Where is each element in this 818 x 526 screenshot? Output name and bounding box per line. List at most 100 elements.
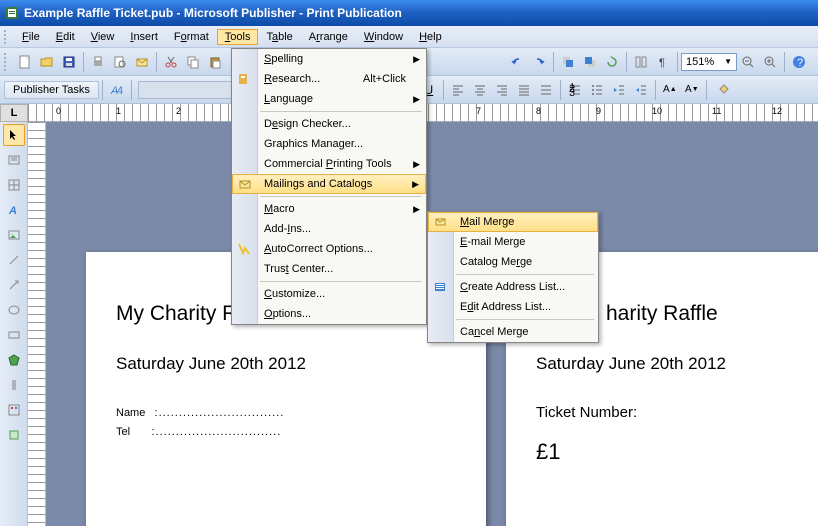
menu-autocorrect[interactable]: AutoCorrect Options... <box>232 239 426 259</box>
form-lines: Name :............................... Te… <box>116 404 456 441</box>
menu-spelling[interactable]: Spelling▶ <box>232 49 426 69</box>
svg-text:?: ? <box>797 57 803 69</box>
menu-arrange[interactable]: Arrange <box>301 29 356 45</box>
svg-text:3: 3 <box>569 87 575 97</box>
line-tool[interactable] <box>3 249 25 271</box>
heading-right: harity Raffle <box>606 302 818 326</box>
tools-palette: A <box>0 122 28 526</box>
cut-button[interactable] <box>160 51 182 73</box>
menu-table[interactable]: Table <box>258 29 300 45</box>
menu-research[interactable]: Research...Alt+Click <box>232 69 426 89</box>
submenu-edit-address[interactable]: Edit Address List... <box>428 297 598 317</box>
menu-insert[interactable]: Insert <box>122 29 166 45</box>
menu-file[interactable]: File <box>14 29 48 45</box>
bring-front-button[interactable] <box>557 51 579 73</box>
textbox-tool[interactable] <box>3 149 25 171</box>
rotate-button[interactable] <box>601 51 623 73</box>
window-titlebar: Example Raffle Ticket.pub - Microsoft Pu… <box>0 0 818 26</box>
zoom-in-button[interactable] <box>759 51 781 73</box>
menu-window[interactable]: Window <box>356 29 411 45</box>
menu-language[interactable]: Language▶ <box>232 89 426 109</box>
table-tool[interactable] <box>3 174 25 196</box>
app-icon <box>4 5 20 21</box>
menubar: File Edit View Insert Format Tools Table… <box>0 26 818 48</box>
menu-tools[interactable]: Tools <box>217 29 259 45</box>
special-chars-button[interactable]: ¶ <box>652 51 674 73</box>
submenu-create-address[interactable]: Create Address List... <box>428 277 598 297</box>
send-back-button[interactable] <box>579 51 601 73</box>
picture-tool[interactable] <box>3 224 25 246</box>
wordart-tool[interactable]: A <box>3 199 25 221</box>
submenu-cancel-merge[interactable]: Cancel Merge <box>428 322 598 342</box>
redo-button[interactable] <box>528 51 550 73</box>
menu-options[interactable]: Options... <box>232 304 426 324</box>
menu-help[interactable]: Help <box>411 29 450 45</box>
research-icon <box>236 71 252 87</box>
submenu-catalog-merge[interactable]: Catalog Merge <box>428 252 598 272</box>
publisher-tasks-button[interactable]: Publisher Tasks <box>4 81 99 99</box>
styles-button[interactable]: A4 <box>106 79 128 101</box>
address-list-icon <box>432 279 448 295</box>
svg-text:A: A <box>8 205 17 217</box>
pointer-tool[interactable] <box>3 124 25 146</box>
bookmark-tool[interactable] <box>3 374 25 396</box>
mailings-icon <box>237 176 253 192</box>
distributed-button[interactable] <box>535 79 557 101</box>
mailings-submenu: Mail Merge E-mail Merge Catalog Merge Cr… <box>427 211 599 343</box>
menu-addins[interactable]: Add-Ins... <box>232 219 426 239</box>
menu-mailings-catalogs[interactable]: Mailings and Catalogs▶ <box>232 174 426 194</box>
align-right-button[interactable] <box>491 79 513 101</box>
ticket-number-label: Ticket Number: <box>536 404 818 421</box>
increase-indent-button[interactable] <box>630 79 652 101</box>
ruler-corner[interactable]: L <box>0 104 28 122</box>
increase-font-button[interactable]: A▲ <box>659 79 681 101</box>
arrow-tool[interactable] <box>3 274 25 296</box>
menubar-grip[interactable] <box>4 30 10 44</box>
zoom-box[interactable]: 151%▼ <box>681 53 737 71</box>
window-title: Example Raffle Ticket.pub - Microsoft Pu… <box>24 6 402 20</box>
numbering-button[interactable]: 123 <box>564 79 586 101</box>
menu-design-checker[interactable]: Design Checker... <box>232 114 426 134</box>
open-button[interactable] <box>36 51 58 73</box>
decrease-font-button[interactable]: A▼ <box>681 79 703 101</box>
copy-button[interactable] <box>182 51 204 73</box>
decrease-indent-button[interactable] <box>608 79 630 101</box>
menu-graphics-manager[interactable]: Graphics Manager... <box>232 134 426 154</box>
fill-color-button[interactable] <box>710 79 740 101</box>
paste-button[interactable] <box>204 51 226 73</box>
zoom-out-button[interactable] <box>737 51 759 73</box>
submenu-email-merge[interactable]: E-mail Merge <box>428 232 598 252</box>
design-gallery-tool[interactable] <box>3 399 25 421</box>
rectangle-tool[interactable] <box>3 324 25 346</box>
new-button[interactable] <box>14 51 36 73</box>
print-preview-button[interactable] <box>109 51 131 73</box>
help-button[interactable]: ? <box>788 51 810 73</box>
print-button[interactable] <box>87 51 109 73</box>
bullets-button[interactable] <box>586 79 608 101</box>
save-button[interactable] <box>58 51 80 73</box>
align-justify-button[interactable] <box>513 79 535 101</box>
menu-customize[interactable]: Customize... <box>232 284 426 304</box>
columns-button[interactable] <box>630 51 652 73</box>
align-left-button[interactable] <box>447 79 469 101</box>
autoshapes-tool[interactable] <box>3 349 25 371</box>
vertical-ruler[interactable] <box>28 122 46 526</box>
svg-text:4: 4 <box>117 85 123 97</box>
oval-tool[interactable] <box>3 299 25 321</box>
autocorrect-icon <box>236 241 252 257</box>
item-tool[interactable] <box>3 424 25 446</box>
toolbar-grip[interactable] <box>4 53 10 71</box>
menu-format[interactable]: Format <box>166 29 217 45</box>
menu-trust-center[interactable]: Trust Center... <box>232 259 426 279</box>
date-left: Saturday June 20th 2012 <box>116 354 456 374</box>
menu-edit[interactable]: Edit <box>48 29 83 45</box>
align-center-button[interactable] <box>469 79 491 101</box>
mail-merge-icon <box>433 214 449 230</box>
submenu-mail-merge[interactable]: Mail Merge <box>428 212 598 232</box>
undo-button[interactable] <box>506 51 528 73</box>
menu-macro[interactable]: Macro▶ <box>232 199 426 219</box>
menu-commercial-printing[interactable]: Commercial Printing Tools▶ <box>232 154 426 174</box>
email-button[interactable] <box>131 51 153 73</box>
menu-view[interactable]: View <box>83 29 123 45</box>
tools-dropdown: Spelling▶ Research...Alt+Click Language▶… <box>231 48 427 325</box>
